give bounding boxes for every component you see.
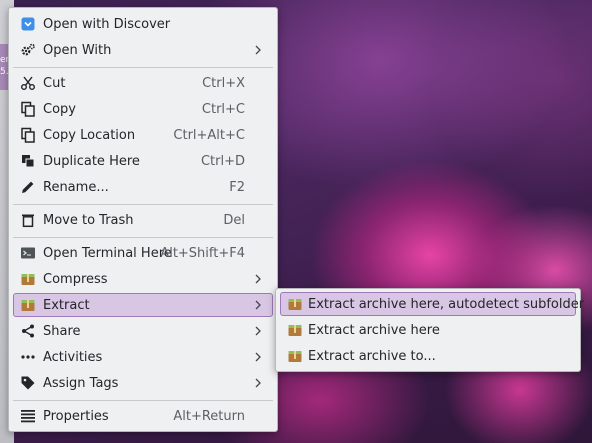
copy-location-icon: [20, 127, 36, 143]
menu-item-activities[interactable]: Activities: [13, 345, 273, 369]
menu-item-open-terminal-here[interactable]: Open Terminal Here Alt+Shift+F4: [13, 241, 273, 265]
menu-item-share[interactable]: Share: [13, 319, 273, 343]
archive-icon: [20, 297, 36, 313]
menu-separator: [13, 237, 273, 238]
menu-item-shortcut: Ctrl+C: [201, 101, 245, 117]
menu-item-shortcut: Ctrl+X: [202, 75, 245, 91]
menu-item-copy-location[interactable]: Copy Location Ctrl+Alt+C: [13, 123, 273, 147]
menu-item-label: Activities: [43, 349, 103, 365]
share-icon: [20, 323, 36, 339]
chevron-right-icon: [255, 326, 261, 336]
menu-item-rename[interactable]: Rename... F2: [13, 175, 273, 199]
menu-item-label: Assign Tags: [43, 375, 119, 391]
extract-submenu: Extract archive here, autodetect subfold…: [275, 288, 584, 372]
menu-item-label: Properties: [43, 408, 109, 424]
menu-item-properties[interactable]: Properties Alt+Return: [13, 404, 273, 428]
menu-separator: [13, 67, 273, 68]
menu-item-move-to-trash[interactable]: Move to Trash Del: [13, 208, 273, 232]
trash-icon: [20, 212, 36, 228]
pencil-icon: [20, 179, 36, 195]
chevron-right-icon: [255, 378, 261, 388]
menu-item-label: Move to Trash: [43, 212, 134, 228]
tag-icon: [20, 375, 36, 391]
menu-item-shortcut: Ctrl+Alt+C: [173, 127, 245, 143]
menu-item-shortcut: Del: [223, 212, 245, 228]
archive-icon: [287, 296, 303, 312]
archive-icon: [20, 271, 36, 287]
menu-item-label: Extract: [43, 297, 90, 313]
menu-item-duplicate-here[interactable]: Duplicate Here Ctrl+D: [13, 149, 273, 173]
menu-item-shortcut: Alt+Shift+F4: [160, 245, 245, 261]
submenu-item-extract-autodetect[interactable]: Extract archive here, autodetect subfold…: [280, 292, 584, 316]
submenu-item-extract-here[interactable]: Extract archive here: [280, 318, 576, 342]
archive-icon: [287, 348, 303, 364]
menu-item-shortcut: Ctrl+D: [200, 153, 245, 169]
chevron-right-icon: [255, 45, 261, 55]
scissors-icon: [20, 75, 36, 91]
menu-item-open-with[interactable]: Open With: [13, 38, 273, 62]
menu-item-label: Cut: [43, 75, 66, 91]
menu-item-label: Copy: [43, 101, 76, 117]
submenu-item-extract-to[interactable]: Extract archive to...: [280, 344, 576, 368]
menu-item-label: Share: [43, 323, 81, 339]
menu-separator: [13, 400, 273, 401]
archive-icon: [287, 322, 303, 338]
chevron-right-icon: [255, 300, 261, 310]
menu-item-label: Open With: [43, 42, 112, 58]
submenu-item-label: Extract archive here: [308, 322, 440, 338]
submenu-item-label: Extract archive to...: [308, 348, 436, 364]
menu-item-assign-tags[interactable]: Assign Tags: [13, 371, 273, 395]
gear-icon: [20, 42, 36, 58]
menu-item-compress[interactable]: Compress: [13, 267, 273, 291]
chevron-right-icon: [255, 274, 261, 284]
dots-icon: [20, 349, 36, 365]
context-menu: Open with Discover Open With Cut Ctrl+X …: [8, 7, 278, 432]
menu-item-shortcut: Alt+Return: [173, 408, 245, 424]
menu-item-label: Copy Location: [43, 127, 136, 143]
menu-item-extract[interactable]: Extract: [13, 293, 273, 317]
duplicate-icon: [20, 153, 36, 169]
copy-icon: [20, 101, 36, 117]
menu-item-open-with-discover[interactable]: Open with Discover: [13, 12, 273, 36]
menu-item-label: Open with Discover: [43, 16, 171, 32]
chevron-right-icon: [255, 352, 261, 362]
menu-item-label: Compress: [43, 271, 108, 287]
menu-item-cut[interactable]: Cut Ctrl+X: [13, 71, 273, 95]
properties-icon: [20, 408, 36, 424]
menu-item-label: Rename...: [43, 179, 109, 195]
discover-icon: [20, 16, 36, 32]
menu-item-copy[interactable]: Copy Ctrl+C: [13, 97, 273, 121]
menu-item-shortcut: F2: [229, 179, 245, 195]
menu-item-label: Open Terminal Here: [43, 245, 172, 261]
menu-separator: [13, 204, 273, 205]
submenu-item-label: Extract archive here, autodetect subfold…: [308, 296, 585, 312]
terminal-icon: [20, 245, 36, 261]
menu-item-label: Duplicate Here: [43, 153, 140, 169]
